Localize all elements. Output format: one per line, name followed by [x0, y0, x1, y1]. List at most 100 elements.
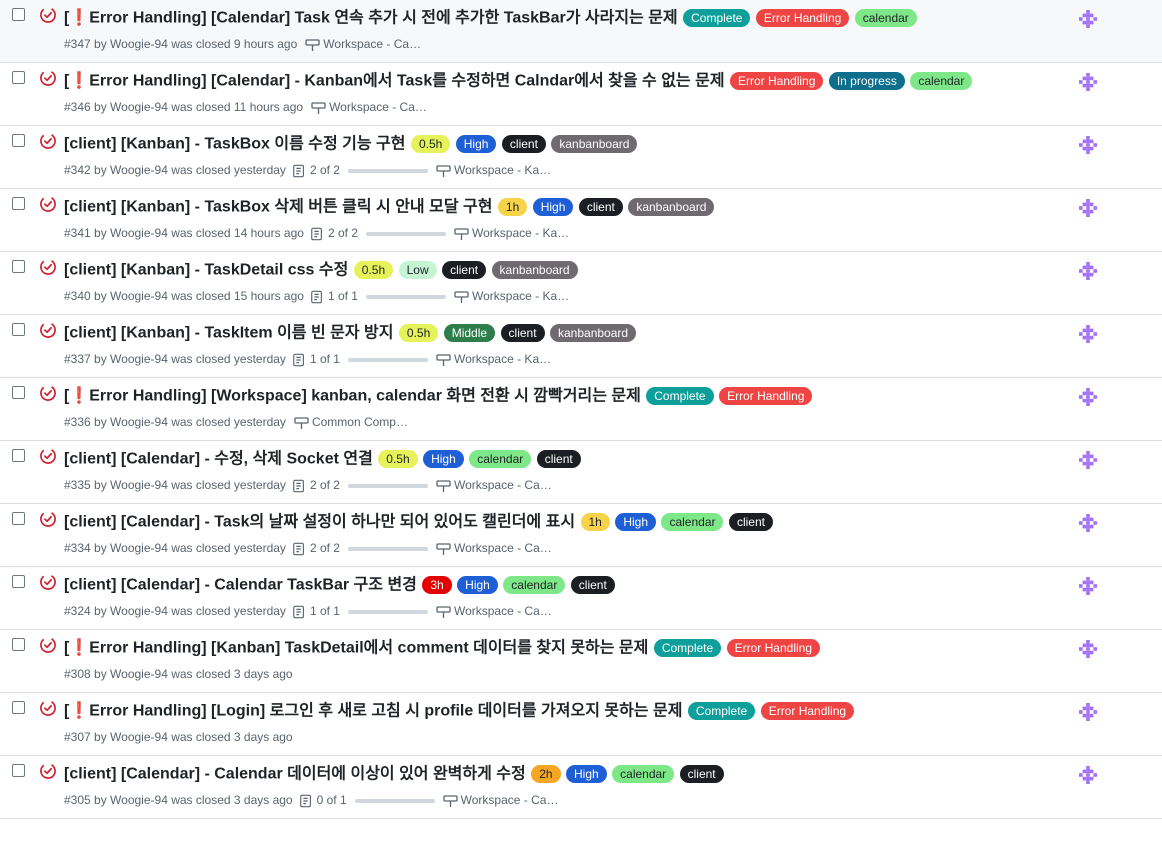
assignee-avatar[interactable] [1079, 703, 1097, 721]
issue-number[interactable]: #334 [64, 541, 91, 555]
issue-label[interactable]: calendar [661, 512, 724, 531]
issue-label[interactable]: kanbanboard [628, 197, 715, 216]
assignee-avatar[interactable] [1079, 325, 1097, 343]
issue-title[interactable]: [client] [Calendar] - Calendar 데이터에 이상이 … [64, 765, 526, 782]
issue-label[interactable]: High [423, 449, 464, 468]
issue-label[interactable]: 3h [422, 575, 452, 594]
issue-label[interactable]: calendar [612, 764, 675, 783]
issue-label[interactable]: 0.5h [398, 323, 439, 342]
issue-number[interactable]: #308 [64, 667, 91, 681]
assignee-avatar[interactable] [1079, 73, 1097, 91]
issue-label[interactable]: client [570, 575, 615, 594]
issue-label[interactable]: High [455, 134, 497, 153]
assignee-avatar[interactable] [1079, 577, 1097, 595]
issue-checkbox[interactable] [12, 638, 25, 651]
issue-checkbox[interactable] [12, 512, 25, 525]
issue-number[interactable]: #324 [64, 604, 91, 618]
issue-checkbox[interactable] [12, 386, 25, 399]
issue-title[interactable]: [client] [Kanban] - TaskBox 이름 수정 기능 구현 [64, 135, 406, 152]
project-link[interactable]: Workspace - Ca… [436, 604, 552, 618]
issue-label[interactable]: client [578, 197, 623, 216]
issue-label[interactable]: Complete [687, 701, 756, 720]
issue-label[interactable]: Error Handling [760, 701, 855, 720]
issue-label[interactable]: Error Handling [719, 386, 813, 405]
issue-label[interactable]: client [442, 260, 487, 279]
issue-label[interactable]: Error Handling [730, 71, 824, 90]
assignee-avatar[interactable] [1079, 514, 1097, 532]
issue-label[interactable]: calendar [910, 71, 973, 90]
project-link[interactable]: Workspace - Ka… [454, 289, 569, 303]
assignee-avatar[interactable] [1079, 136, 1097, 154]
issue-number[interactable]: #337 [64, 352, 91, 366]
issue-number[interactable]: #340 [64, 289, 91, 303]
issue-label[interactable]: kanbanboard [551, 134, 638, 153]
issue-label[interactable]: High [532, 197, 574, 216]
issue-label[interactable]: High [457, 575, 498, 594]
issue-label[interactable]: 0.5h [353, 260, 394, 279]
project-link[interactable]: Common Comp… [294, 415, 408, 429]
issue-label[interactable]: Complete [646, 386, 714, 405]
issue-label[interactable]: calendar [469, 449, 532, 468]
issue-checkbox[interactable] [12, 449, 25, 462]
issue-checkbox[interactable] [12, 701, 25, 714]
issue-number[interactable]: #335 [64, 478, 91, 492]
issue-label[interactable]: Middle [443, 323, 496, 342]
issue-label[interactable]: 2h [531, 764, 561, 783]
issue-number[interactable]: #347 [64, 37, 91, 51]
issue-label[interactable]: client [500, 323, 545, 342]
issue-title[interactable]: [❗Error Handling] [Kanban] TaskDetail에서 … [64, 639, 648, 656]
issue-label[interactable]: client [728, 512, 773, 531]
issue-label[interactable]: 1h [580, 512, 610, 531]
project-link[interactable]: Workspace - Ca… [436, 541, 552, 555]
assignee-avatar[interactable] [1079, 262, 1097, 280]
issue-title[interactable]: [❗Error Handling] [Calendar] Task 연속 추가 … [64, 9, 678, 26]
issue-label[interactable]: kanbanboard [550, 323, 637, 342]
issue-label[interactable]: client [536, 449, 581, 468]
issue-title[interactable]: [client] [Calendar] - Calendar TaskBar 구… [64, 576, 417, 593]
assignee-avatar[interactable] [1079, 640, 1097, 658]
project-link[interactable]: Workspace - Ka… [454, 226, 569, 240]
issue-label[interactable]: client [679, 764, 724, 783]
issue-checkbox[interactable] [12, 575, 25, 588]
assignee-avatar[interactable] [1079, 10, 1097, 28]
issue-checkbox[interactable] [12, 197, 25, 210]
issue-title[interactable]: [❗Error Handling] [Login] 로그인 후 새로 고침 시 … [64, 702, 682, 719]
issue-checkbox[interactable] [12, 71, 25, 84]
issue-title[interactable]: [client] [Kanban] - TaskBox 삭제 버튼 클릭 시 안… [64, 198, 492, 215]
issue-checkbox[interactable] [12, 764, 25, 777]
issue-number[interactable]: #307 [64, 730, 91, 744]
issue-label[interactable]: calendar [503, 575, 566, 594]
issue-title[interactable]: [client] [Kanban] - TaskDetail css 수정 [64, 261, 348, 278]
issue-number[interactable]: #346 [64, 100, 91, 114]
assignee-avatar[interactable] [1079, 199, 1097, 217]
project-link[interactable]: Workspace - Ca… [311, 100, 427, 114]
project-link[interactable]: Workspace - Ka… [436, 163, 551, 177]
assignee-avatar[interactable] [1079, 766, 1097, 784]
project-link[interactable]: Workspace - Ca… [305, 37, 421, 51]
issue-label[interactable]: kanbanboard [491, 260, 578, 279]
issue-checkbox[interactable] [12, 323, 25, 336]
issue-title[interactable]: [❗Error Handling] [Calendar] - Kanban에서 … [64, 72, 725, 89]
project-link[interactable]: Workspace - Ka… [436, 352, 551, 366]
issue-label[interactable]: Complete [653, 638, 722, 657]
issue-label[interactable]: In progress [828, 71, 905, 90]
issue-checkbox[interactable] [12, 8, 25, 21]
issue-title[interactable]: [client] [Calendar] - Task의 날짜 설정이 하나만 되… [64, 513, 575, 530]
issue-title[interactable]: [❗Error Handling] [Workspace] kanban, ca… [64, 387, 641, 404]
issue-checkbox[interactable] [12, 260, 25, 273]
issue-number[interactable]: #342 [64, 163, 91, 177]
issue-number[interactable]: #341 [64, 226, 91, 240]
assignee-avatar[interactable] [1079, 388, 1097, 406]
issue-label[interactable]: calendar [854, 8, 917, 27]
issue-label[interactable]: Error Handling [755, 8, 850, 27]
issue-label[interactable]: client [501, 134, 546, 153]
project-link[interactable]: Workspace - Ca… [442, 793, 558, 807]
issue-title[interactable]: [client] [Calendar] - 수정, 삭제 Socket 연결 [64, 450, 373, 467]
issue-number[interactable]: #336 [64, 415, 91, 429]
issue-title[interactable]: [client] [Kanban] - TaskItem 이름 빈 문자 방지 [64, 324, 393, 341]
issue-number[interactable]: #305 [64, 793, 91, 807]
issue-label[interactable]: High [566, 764, 607, 783]
issue-label[interactable]: High [615, 512, 656, 531]
issue-label[interactable]: Low [398, 260, 437, 279]
issue-label[interactable]: 0.5h [410, 134, 451, 153]
